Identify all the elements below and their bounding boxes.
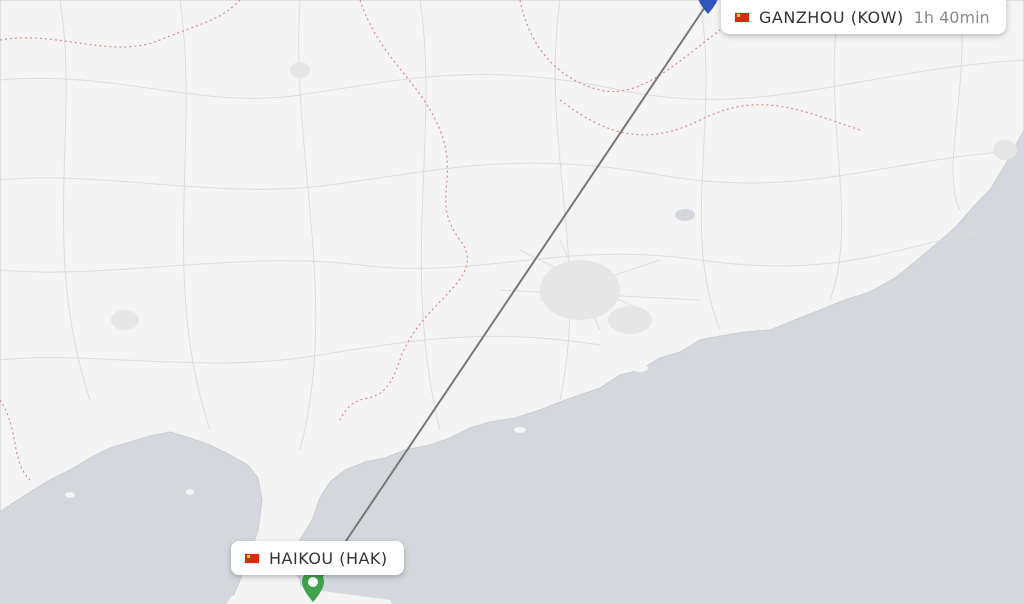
flight-duration: 1h 40min bbox=[913, 7, 990, 27]
china-flag-icon bbox=[735, 12, 749, 22]
map-canvas bbox=[0, 0, 1024, 604]
route-map[interactable]: HAIKOU (HAK) GANZHOU (KOW) 1h 40min bbox=[0, 0, 1024, 604]
origin-pin-icon[interactable] bbox=[300, 570, 326, 604]
destination-label[interactable]: GANZHOU (KOW) 1h 40min bbox=[721, 0, 1006, 34]
china-flag-icon bbox=[245, 553, 259, 563]
lake bbox=[675, 209, 695, 221]
origin-label[interactable]: HAIKOU (HAK) bbox=[231, 541, 404, 575]
island bbox=[65, 492, 75, 498]
island bbox=[632, 364, 648, 372]
destination-airport-name: GANZHOU (KOW) bbox=[759, 7, 904, 27]
origin-airport-name: HAIKOU (HAK) bbox=[269, 548, 388, 568]
island bbox=[514, 427, 526, 433]
destination-pin-icon[interactable] bbox=[695, 0, 721, 16]
island bbox=[186, 489, 194, 495]
